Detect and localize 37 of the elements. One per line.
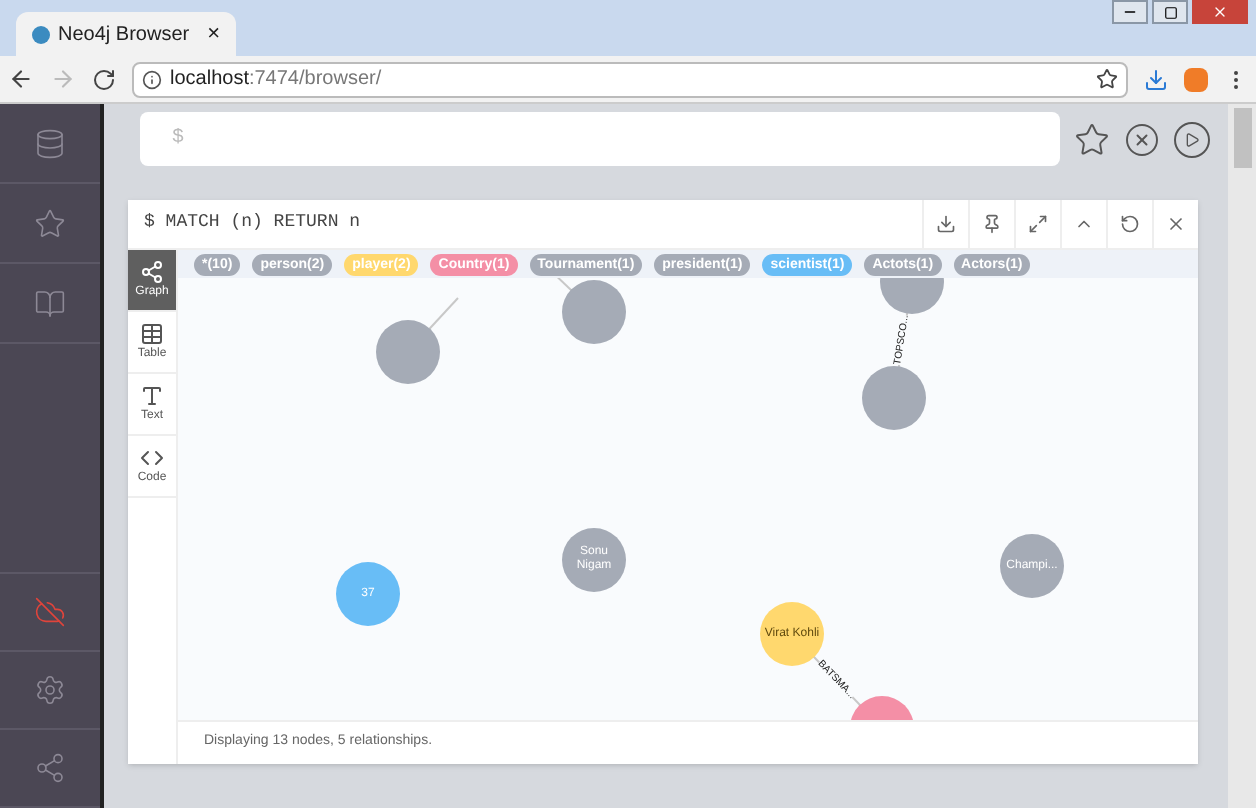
star-icon[interactable] bbox=[34, 207, 66, 239]
browser-tab[interactable]: Neo4j Browser × bbox=[16, 12, 236, 56]
rerun-icon[interactable] bbox=[1120, 214, 1140, 234]
address-bar[interactable]: localhost:7474/browser/ bbox=[132, 61, 1128, 97]
table-icon bbox=[140, 321, 164, 345]
window-maximize-icon[interactable] bbox=[1152, 0, 1188, 24]
run-icon[interactable] bbox=[1174, 121, 1210, 157]
reload-icon[interactable] bbox=[92, 67, 116, 91]
tab-title: Neo4j Browser bbox=[58, 21, 190, 49]
graph-icon bbox=[140, 259, 164, 283]
download-icon[interactable] bbox=[936, 214, 956, 234]
back-icon[interactable] bbox=[8, 66, 34, 92]
graph-logo-icon[interactable] bbox=[34, 752, 66, 784]
url-text: localhost:7474/browser/ bbox=[170, 66, 382, 94]
graph-node[interactable] bbox=[376, 320, 440, 384]
disconnected-cloud-icon[interactable] bbox=[34, 596, 66, 628]
query-text: $ MATCH (n) RETURN n bbox=[142, 210, 363, 237]
settings-icon[interactable] bbox=[34, 674, 66, 706]
database-icon[interactable] bbox=[34, 127, 66, 159]
scrollbar[interactable] bbox=[1228, 104, 1256, 808]
code-icon bbox=[140, 445, 164, 469]
neo4j-logo-icon bbox=[32, 25, 50, 43]
clear-icon[interactable] bbox=[1124, 121, 1160, 157]
tab-close-button[interactable]: × bbox=[207, 17, 220, 51]
extension-icon[interactable] bbox=[1144, 67, 1168, 91]
graph-node[interactable] bbox=[562, 280, 626, 344]
window-minimize-icon[interactable] bbox=[1112, 0, 1148, 24]
text-icon bbox=[140, 383, 164, 407]
info-icon bbox=[142, 69, 162, 89]
close-icon[interactable] bbox=[1166, 214, 1186, 234]
expand-icon[interactable] bbox=[1028, 214, 1048, 234]
bookmark-star-icon[interactable] bbox=[1096, 68, 1118, 90]
query-editor-field[interactable]: $ bbox=[140, 112, 1060, 166]
pin-icon[interactable] bbox=[982, 214, 1002, 234]
favorite-icon[interactable] bbox=[1074, 121, 1110, 157]
graph-node[interactable] bbox=[862, 366, 926, 430]
book-icon[interactable] bbox=[34, 287, 66, 319]
